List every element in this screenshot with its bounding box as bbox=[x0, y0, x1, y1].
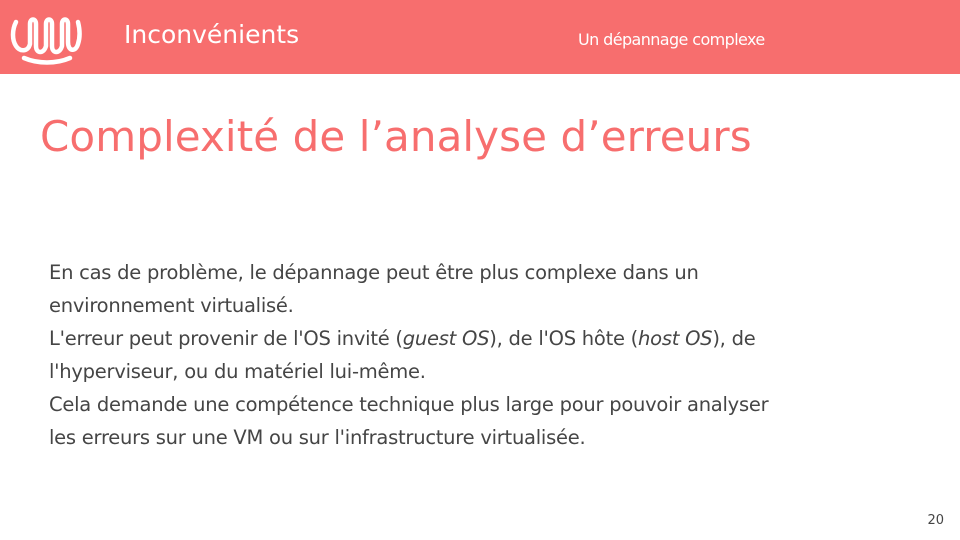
paragraph-1-line-2: environnement virtualisé. bbox=[49, 294, 294, 317]
slide-body: En cas de problème, le dépannage peut êt… bbox=[49, 256, 929, 454]
header-bar: Inconvénients Un dépannage complexe bbox=[0, 0, 960, 74]
paragraph-3-line-2: les erreurs sur une VM ou sur l'infrastr… bbox=[49, 426, 586, 449]
section-title: Inconvénients bbox=[124, 20, 300, 49]
slide-title: Complexité de l’analyse d’erreurs bbox=[40, 112, 752, 161]
section-subtitle: Un dépannage complexe bbox=[578, 30, 765, 49]
paragraph-2-text-a: L'erreur peut provenir de l'OS invité ( bbox=[49, 327, 403, 350]
paragraph-1-line-1: En cas de problème, le dépannage peut êt… bbox=[49, 261, 699, 284]
slide: Inconvénients Un dépannage complexe Comp… bbox=[0, 0, 960, 540]
host-os-term: host OS bbox=[638, 327, 713, 350]
paragraph-3-line-1: Cela demande une compétence technique pl… bbox=[49, 393, 769, 416]
guest-os-term: guest OS bbox=[402, 327, 490, 350]
paragraph-2-text-b: ), de l'OS hôte ( bbox=[489, 327, 639, 350]
brand-logo-icon bbox=[10, 17, 82, 65]
paragraph-2-line-1: L'erreur peut provenir de l'OS invité (g… bbox=[49, 322, 929, 355]
paragraph-2-line-2: l'hyperviseur, ou du matériel lui-même. bbox=[49, 360, 426, 383]
page-number: 20 bbox=[927, 513, 944, 528]
paragraph-2-text-c: ), de bbox=[712, 327, 756, 350]
